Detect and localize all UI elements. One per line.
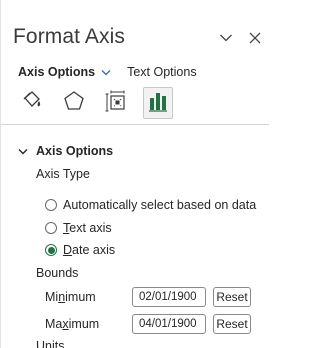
minimum-label: Minimum	[45, 290, 96, 304]
effects-button[interactable]	[59, 87, 89, 119]
fill-line-button[interactable]	[17, 87, 47, 119]
options-tabs: Axis Options Text Options	[18, 63, 197, 81]
pane-title: Format Axis	[13, 25, 125, 48]
section-axis-options-title: Axis Options	[36, 144, 114, 158]
radio-text-axis-label: Text axis	[63, 221, 112, 235]
fill-line-icon	[21, 89, 43, 118]
maximum-bound-input[interactable]	[132, 314, 206, 334]
bounds-label: Bounds	[36, 266, 79, 280]
size-properties-button[interactable]	[101, 87, 131, 119]
axis-options-category-button[interactable]	[143, 87, 173, 119]
reset-maximum-button[interactable]: Reset	[213, 314, 251, 334]
chevron-down-icon	[219, 33, 233, 43]
chevron-down-icon	[101, 69, 111, 76]
units-label: Units	[36, 339, 65, 348]
radio-date-axis-label: Date axis	[63, 243, 116, 257]
options-scroll-region[interactable]: Axis Options Axis Type Automatically sel…	[1, 124, 269, 348]
size-properties-icon	[104, 89, 128, 118]
radio-button-icon	[45, 199, 57, 211]
radio-auto-select[interactable]: Automatically select based on data	[45, 198, 256, 212]
format-axis-pane: Format Axis Axis Options Text Options Ax…	[0, 0, 269, 348]
radio-text-axis[interactable]: Text axis	[45, 221, 112, 235]
radio-date-axis[interactable]: Date axis	[45, 243, 115, 257]
axis-options-bar-chart-icon	[148, 90, 168, 117]
section-axis-options-header[interactable]: Axis Options	[18, 144, 113, 158]
tab-axis-options-label: Axis Options	[18, 65, 96, 79]
effects-pentagon-icon	[63, 90, 85, 117]
axis-type-label: Axis Type	[36, 167, 90, 181]
close-pane-button[interactable]	[244, 26, 266, 50]
reset-minimum-button[interactable]: Reset	[213, 287, 251, 307]
radio-button-checked-icon	[45, 244, 57, 256]
radio-button-icon	[45, 222, 57, 234]
maximum-label: Maximum	[45, 317, 100, 331]
pane-options-button[interactable]	[215, 26, 237, 50]
tab-text-options[interactable]: Text Options	[127, 65, 196, 79]
tab-axis-options[interactable]: Axis Options	[18, 65, 111, 79]
radio-auto-select-label: Automatically select based on data	[63, 198, 257, 212]
close-icon	[249, 32, 261, 44]
minimum-bound-input[interactable]	[132, 287, 206, 307]
chevron-down-icon	[18, 148, 28, 155]
